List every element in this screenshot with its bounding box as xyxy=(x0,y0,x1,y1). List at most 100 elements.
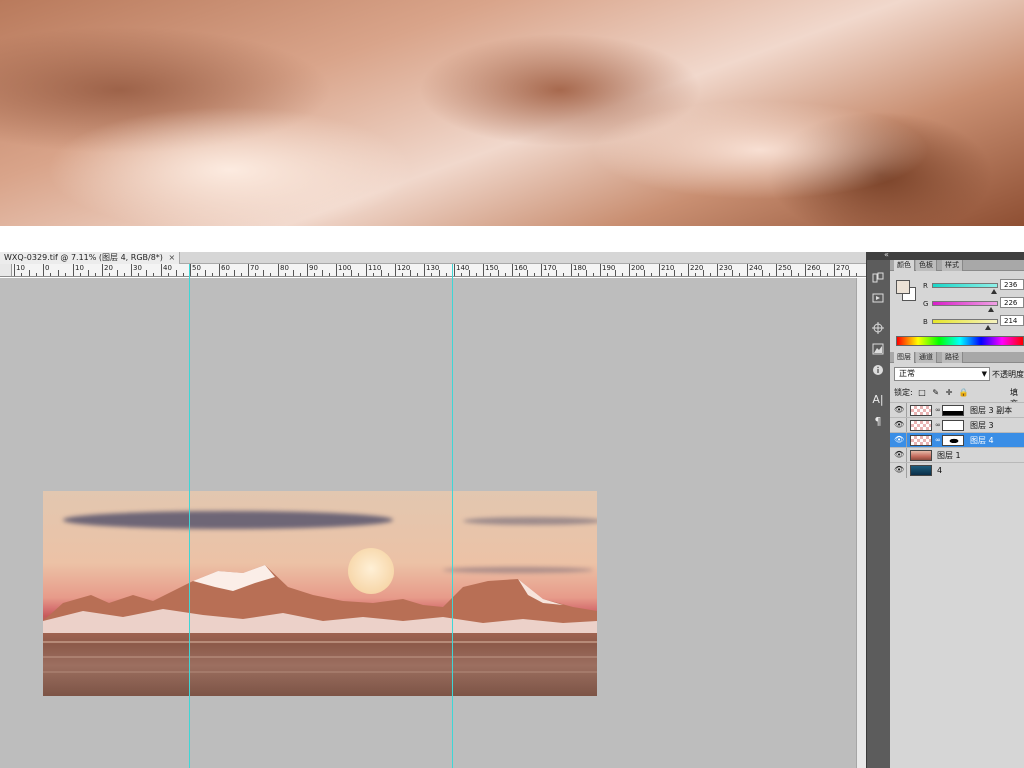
guide-line-right[interactable] xyxy=(452,264,453,768)
navigator-icon[interactable] xyxy=(871,322,885,336)
ruler-minor-tick xyxy=(527,270,528,276)
ruler-label: 190 xyxy=(602,264,616,272)
layer-thumbnail xyxy=(910,435,932,446)
layer-mask-thumbnail[interactable] xyxy=(942,405,964,416)
blue-value[interactable]: 214 xyxy=(1000,315,1024,326)
layer-row[interactable]: 👁 图层 1 xyxy=(890,447,1024,463)
horizontal-ruler[interactable]: 10 0 10 20 30 40 50 60 70 80 90 100 110 120 130 140 150 1… xyxy=(0,264,866,277)
ruler-minor-tick xyxy=(329,273,330,276)
actions-play-icon[interactable] xyxy=(871,292,885,306)
link-icon[interactable]: ∞ xyxy=(935,436,941,444)
ruler-corner[interactable] xyxy=(0,264,12,276)
ruler-minor-tick xyxy=(88,270,89,276)
ruler-minor-tick xyxy=(381,270,382,276)
ruler-minor-tick xyxy=(226,273,227,276)
layer-row[interactable]: 👁 ∞ 图层 3 xyxy=(890,417,1024,433)
ruler-minor-tick xyxy=(469,270,470,276)
close-icon[interactable]: × xyxy=(168,253,175,262)
history-icon[interactable] xyxy=(871,272,885,286)
visibility-eye-icon[interactable]: 👁 xyxy=(894,450,904,460)
water-reflection xyxy=(43,656,597,658)
green-slider-thumb[interactable] xyxy=(988,307,995,312)
red-slider[interactable] xyxy=(932,283,998,294)
tab-channels[interactable]: 通道 xyxy=(916,352,937,363)
tab-color[interactable]: 颜色 xyxy=(894,260,915,271)
row-divider xyxy=(906,433,907,448)
ruler-major-tick xyxy=(366,264,367,276)
layers-panel: 图层 通道 路径 正常 ▼ 不透明度 锁定: □ ✎ ✛ 🔒 填充 👁 ∞ 图层… xyxy=(890,352,1024,768)
document-tab[interactable]: WXQ-0329.tif @ 7.11% (图层 4, RGB/8*) × xyxy=(0,252,181,264)
paragraph-icon[interactable]: ¶ xyxy=(871,415,885,429)
guide-line-left[interactable] xyxy=(189,264,190,768)
blue-slider-thumb[interactable] xyxy=(985,325,992,330)
link-icon[interactable]: ∞ xyxy=(935,406,941,414)
info-icon[interactable] xyxy=(871,364,885,378)
foreground-color-swatch[interactable] xyxy=(896,280,910,294)
ruler-label: 30 xyxy=(133,264,142,272)
ruler-minor-tick xyxy=(29,270,30,276)
layer-name: 图层 3 xyxy=(970,421,994,430)
layer-row-selected[interactable]: 👁 ∞ 图层 4 xyxy=(890,432,1024,448)
red-value[interactable]: 236 xyxy=(1000,279,1024,290)
layer-row[interactable]: 👁 ∞ 图层 3 副本 xyxy=(890,402,1024,418)
tab-layers[interactable]: 图层 xyxy=(894,352,915,363)
ruler-minor-tick xyxy=(505,273,506,276)
visibility-eye-icon[interactable]: 👁 xyxy=(894,405,904,415)
ruler-major-tick xyxy=(43,264,44,276)
blend-mode-select[interactable]: 正常 ▼ xyxy=(894,367,990,381)
ruler-label: 220 xyxy=(690,264,704,272)
ruler-major-tick xyxy=(219,264,220,276)
ruler-major-tick xyxy=(395,264,396,276)
ruler-major-tick xyxy=(248,264,249,276)
visibility-eye-icon[interactable]: 👁 xyxy=(894,435,904,445)
green-slider[interactable] xyxy=(932,301,998,312)
ruler-minor-tick xyxy=(490,273,491,276)
visibility-eye-icon[interactable]: 👁 xyxy=(894,420,904,430)
ruler-minor-tick xyxy=(65,273,66,276)
row-divider xyxy=(906,403,907,418)
ruler-minor-tick xyxy=(461,273,462,276)
ruler-minor-tick xyxy=(754,273,755,276)
ruler-minor-tick xyxy=(50,273,51,276)
ruler-minor-tick xyxy=(322,270,323,276)
layer-mask-thumbnail[interactable] xyxy=(942,435,964,446)
ruler-label: 270 xyxy=(836,264,850,272)
ruler-minor-tick xyxy=(255,273,256,276)
link-icon[interactable]: ∞ xyxy=(935,421,941,429)
tab-paths[interactable]: 路径 xyxy=(942,352,963,363)
tab-styles[interactable]: 样式 xyxy=(942,260,963,271)
ruler-label: 210 xyxy=(661,264,675,272)
vertical-scrollbar[interactable] xyxy=(856,278,866,768)
layer-row[interactable]: 👁 4 xyxy=(890,462,1024,478)
ruler-minor-tick xyxy=(476,273,477,276)
ruler-minor-tick xyxy=(739,273,740,276)
collapse-panels-icon[interactable]: « xyxy=(884,250,889,259)
artwork-image[interactable] xyxy=(43,491,597,696)
green-value[interactable]: 226 xyxy=(1000,297,1024,308)
ruler-label: 70 xyxy=(250,264,259,272)
layer-mask-thumbnail[interactable] xyxy=(942,420,964,431)
layer-name: 图层 3 副本 xyxy=(970,406,1013,415)
lock-icons[interactable]: □ ✎ ✛ 🔒 xyxy=(918,388,971,397)
histogram-icon[interactable] xyxy=(871,343,885,357)
ruler-major-tick xyxy=(805,264,806,276)
ruler-minor-tick xyxy=(241,273,242,276)
blue-slider[interactable] xyxy=(932,319,998,330)
ruler-minor-tick xyxy=(534,273,535,276)
ruler-minor-tick xyxy=(168,273,169,276)
ruler-label: 20 xyxy=(104,264,113,272)
ruler-minor-tick xyxy=(417,273,418,276)
ruler-minor-tick xyxy=(556,270,557,276)
ruler-major-tick xyxy=(717,264,718,276)
color-panel-tabs: 颜色 色板 样式 xyxy=(890,260,1024,271)
ruler-minor-tick xyxy=(36,273,37,276)
red-slider-thumb[interactable] xyxy=(991,289,998,294)
blend-mode-value: 正常 xyxy=(899,369,915,378)
ruler-label: 230 xyxy=(719,264,733,272)
tab-swatches[interactable]: 色板 xyxy=(916,260,937,271)
color-spectrum-bar[interactable] xyxy=(896,336,1024,346)
character-icon[interactable]: A| xyxy=(871,393,885,407)
visibility-eye-icon[interactable]: 👁 xyxy=(894,465,904,475)
ruler-minor-tick xyxy=(622,273,623,276)
ruler-minor-tick xyxy=(263,270,264,276)
